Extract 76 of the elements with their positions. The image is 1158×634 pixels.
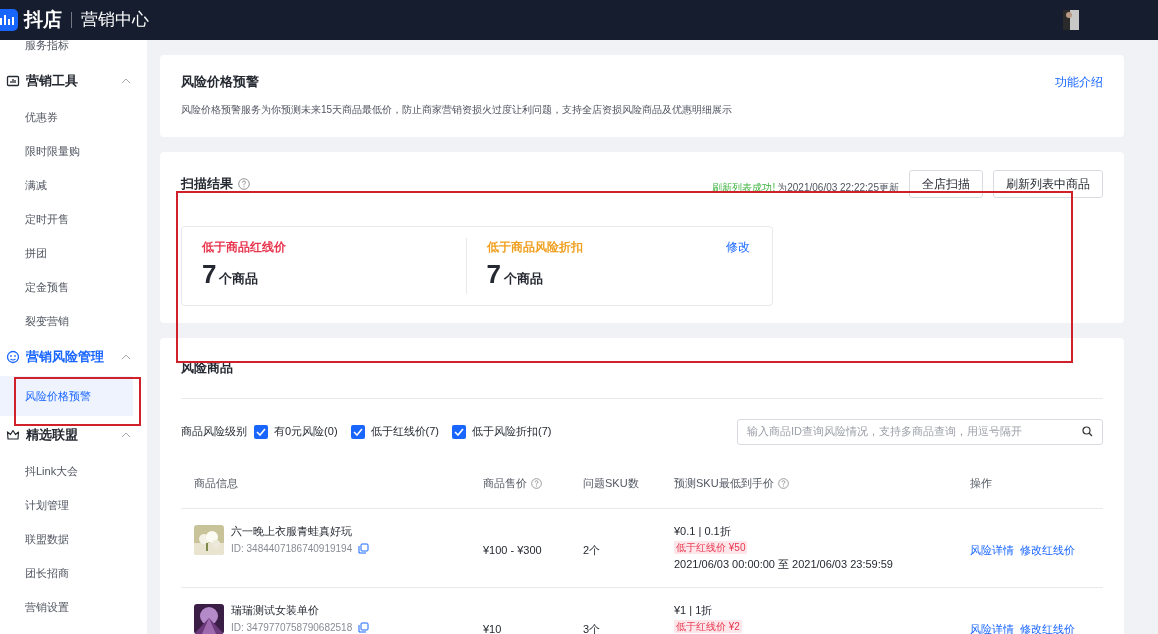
logo-icon (0, 9, 18, 31)
action-link[interactable]: 修改红线价 (1020, 620, 1075, 634)
section-title: 扫描结果 (181, 175, 233, 194)
intro-link[interactable]: 功能介绍 (1055, 72, 1103, 91)
product-title: 营销中心 (81, 9, 149, 32)
collapse-icon (121, 78, 131, 84)
time-range: 2021/06/03 00:00:00 至 2021/06/03 23:59:59 (674, 557, 893, 572)
column-header: 预测SKU最低到手价 (674, 475, 774, 491)
risk-tag: 低于红线价 ¥50 (674, 541, 748, 554)
sidebar-item[interactable]: 定金预售 (0, 270, 147, 304)
forecast-price: ¥1 | 1折 (674, 602, 713, 618)
logo-text: 抖店 (24, 7, 62, 32)
check-icon (352, 427, 363, 436)
product-id: ID: 3484407186740919194 (231, 541, 353, 556)
product-name: 六一晚上衣服青蛙真好玩 (231, 523, 353, 539)
avatar[interactable] (1063, 10, 1079, 30)
crown-icon (6, 428, 20, 442)
stat-label: 低于商品红线价 (202, 239, 286, 256)
sidebar-item[interactable]: 限时限量购 (0, 134, 147, 168)
chart-icon (6, 74, 20, 88)
sku-count: 3个 (583, 622, 601, 634)
search-field[interactable]: 输入商品ID查询风险情况，支持多商品查询，用逗号隔开 (737, 418, 1103, 445)
sidebar-item[interactable]: 抖Link大会 (0, 454, 147, 488)
sidebar-item[interactable]: 风险价格预警 (0, 376, 133, 416)
edit-link[interactable]: 修改 (726, 238, 750, 256)
sidebar-item[interactable]: 裂变营销 (0, 304, 147, 338)
sidebar-group[interactable]: 精选联盟 (0, 416, 147, 454)
sidebar-item[interactable]: 联盟数据 (0, 522, 147, 556)
product-id: ID: 3479770758790682518 (231, 620, 353, 634)
risk-checkbox[interactable]: 有0元风险(0) (254, 423, 338, 440)
sidebar-item[interactable]: 营销设置 (0, 590, 147, 624)
face-icon (6, 350, 20, 364)
stat-value: 7 (486, 258, 501, 290)
sidebar-item[interactable]: 优惠券 (0, 100, 147, 134)
check-icon (256, 427, 266, 436)
sidebar-item[interactable]: 定时开售 (0, 202, 147, 236)
forecast-price: ¥0.1 | 0.1折 (674, 523, 731, 539)
check-icon (454, 427, 464, 436)
sku-count: 2个 (583, 543, 601, 556)
filter-label: 商品风险级别 (181, 424, 247, 440)
sidebar-item[interactable]: 计划管理 (0, 488, 147, 522)
sidebar-item[interactable]: 服务指标 (0, 40, 147, 62)
sidebar-group[interactable]: 营销工具 (0, 62, 147, 100)
page-title: 风险价格预警 (181, 73, 259, 91)
search-icon (1082, 426, 1093, 437)
sidebar-item[interactable]: 拼团 (0, 236, 147, 270)
column-header: 商品售价 (483, 475, 527, 491)
action-button[interactable]: 刷新列表中商品 (993, 170, 1103, 198)
product-name: 瑞瑞测试女装单价 (231, 602, 320, 618)
column-header: 问题SKU数 (583, 475, 639, 491)
sidebar-item[interactable]: 团长招商 (0, 556, 147, 590)
action-link[interactable]: 修改红线价 (1020, 541, 1075, 558)
sidebar-group[interactable]: 营销风险管理 (0, 338, 147, 376)
copy-icon[interactable] (358, 542, 370, 554)
help-icon (238, 178, 250, 190)
collapse-icon (121, 432, 131, 438)
sidebar-item[interactable]: 满减 (0, 168, 147, 202)
column-header: 操作 (970, 475, 992, 491)
action-button[interactable]: 全店扫描 (909, 170, 983, 198)
risk-tag: 低于红线价 ¥2 (674, 620, 742, 633)
price-cell: ¥100 - ¥300 (483, 543, 542, 556)
stat-value: 7 (202, 258, 217, 290)
column-header: 商品信息 (194, 475, 238, 491)
stat-label: 低于商品风险折扣 (486, 239, 583, 256)
help-icon (777, 477, 789, 489)
risk-checkbox[interactable]: 低于风险折扣(7) (452, 423, 552, 440)
stat-unit: 个商品 (219, 270, 259, 288)
stat-unit: 个商品 (503, 270, 543, 288)
copy-icon[interactable] (358, 621, 370, 633)
description: 风险价格预警服务为你预测未来15天商品最低价，防止商家营销资损火过度让利问题，支持全店资损风险商品及优惠明细展示 (181, 102, 734, 117)
collapse-icon (121, 354, 131, 360)
action-link[interactable]: 风险详情 (970, 541, 1014, 558)
help-icon (531, 477, 542, 489)
price-cell: ¥10 (483, 622, 502, 634)
action-link[interactable]: 风险详情 (970, 620, 1014, 634)
risk-checkbox[interactable]: 低于红线价(7) (350, 423, 439, 440)
